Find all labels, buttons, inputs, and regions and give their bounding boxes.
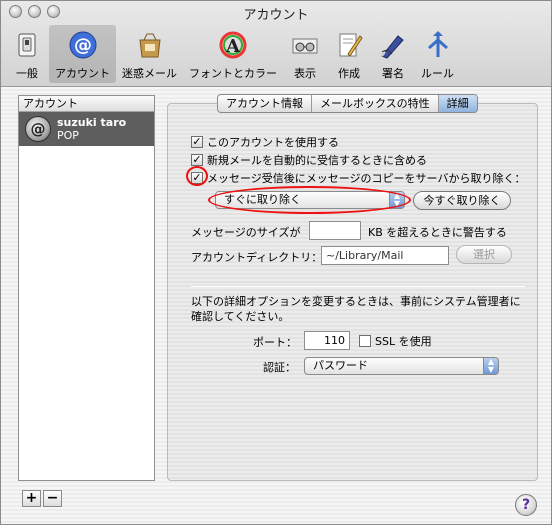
ssl-option[interactable]: SSL を使用 [359, 333, 432, 349]
include-auto-check-checkbox[interactable]: ✓ [191, 154, 203, 166]
svg-text:A: A [225, 36, 241, 57]
port-field[interactable]: 110 [304, 331, 350, 350]
at-sign-icon: @ [67, 29, 99, 61]
account-row[interactable]: @ suzuki taro POP [19, 112, 154, 146]
color-letter-a-icon: A [217, 29, 249, 61]
ssl-checkbox[interactable] [359, 335, 371, 347]
tab-mailbox-behaviors[interactable]: メールボックスの特性 [312, 95, 439, 112]
choose-directory-button[interactable]: 選択 [456, 245, 512, 264]
svg-text:@: @ [74, 35, 92, 56]
fountain-pen-icon [377, 29, 409, 61]
help-button[interactable]: ? [515, 494, 537, 516]
toolbar-viewing[interactable]: 表示 [283, 25, 327, 83]
include-auto-check-option[interactable]: ✓ 新規メールを自動的に受信するときに含める [191, 152, 427, 168]
message-size-label: メッセージのサイズが [191, 226, 301, 239]
toolbar-junk-mail[interactable]: 迷惑メール [116, 25, 183, 83]
preferences-window: アカウント 一般 @ アカウント 迷惑メール A フォントとカラー 表示 作成 … [0, 0, 552, 525]
use-account-option[interactable]: ✓ このアカウントを使用する [191, 134, 339, 150]
titlebar: アカウント 一般 @ アカウント 迷惑メール A フォントとカラー 表示 作成 … [1, 1, 551, 87]
at-sign-icon: @ [25, 116, 51, 142]
window-title: アカウント [243, 8, 309, 23]
pencil-paper-icon [333, 29, 365, 61]
tab-bar: アカウント情報 メールボックスの特性 詳細 [217, 94, 478, 113]
add-account-button[interactable]: + [22, 490, 41, 507]
rules-arrows-icon [422, 29, 454, 61]
tab-account-info[interactable]: アカウント情報 [218, 95, 312, 112]
remove-copy-option[interactable]: ✓ メッセージ受信後にメッセージのコピーをサーバから取り除く： [191, 170, 525, 186]
junk-mail-bag-icon [134, 29, 166, 61]
account-list-header: アカウント [19, 96, 154, 112]
account-type: POP [57, 129, 79, 142]
switch-icon [11, 29, 43, 61]
toolbar-signatures[interactable]: 署名 [371, 25, 415, 83]
use-account-checkbox[interactable]: ✓ [191, 136, 203, 148]
auth-popup[interactable]: パスワード ▲ ▼ [304, 357, 499, 375]
advanced-options-note: 以下の詳細オプションを変更するときは、事前にシステム管理者に確認してください。 [191, 295, 521, 323]
toolbar-accounts[interactable]: @ アカウント [49, 25, 116, 83]
highlight-circle-popup [208, 186, 411, 214]
separator [191, 286, 525, 287]
popup-arrows-icon: ▲ ▼ [483, 358, 498, 374]
account-name: suzuki taro [57, 116, 127, 129]
toolbar: 一般 @ アカウント 迷惑メール A フォントとカラー 表示 作成 署名 ルール [5, 25, 460, 83]
message-size-field[interactable] [309, 221, 361, 240]
toolbar-fonts-colors[interactable]: A フォントとカラー [183, 25, 283, 83]
tab-advanced[interactable]: 詳細 [438, 95, 477, 112]
account-directory-field: ~/Library/Mail [321, 246, 449, 265]
account-directory-label: アカウントディレクトリ： [191, 251, 323, 264]
glasses-icon [289, 29, 321, 61]
message-size-suffix: KB を超えるときに警告する [368, 226, 507, 239]
account-list: アカウント @ suzuki taro POP [18, 95, 155, 481]
toolbar-general[interactable]: 一般 [5, 25, 49, 83]
port-label: ポート： [253, 336, 297, 349]
highlight-circle-checkbox [186, 166, 208, 186]
auth-label: 認証： [263, 361, 296, 374]
remove-now-button[interactable]: 今すぐ取り除く [413, 191, 511, 210]
toolbar-composing[interactable]: 作成 [327, 25, 371, 83]
toolbar-rules[interactable]: ルール [415, 25, 460, 83]
remove-account-button[interactable]: − [43, 490, 62, 507]
